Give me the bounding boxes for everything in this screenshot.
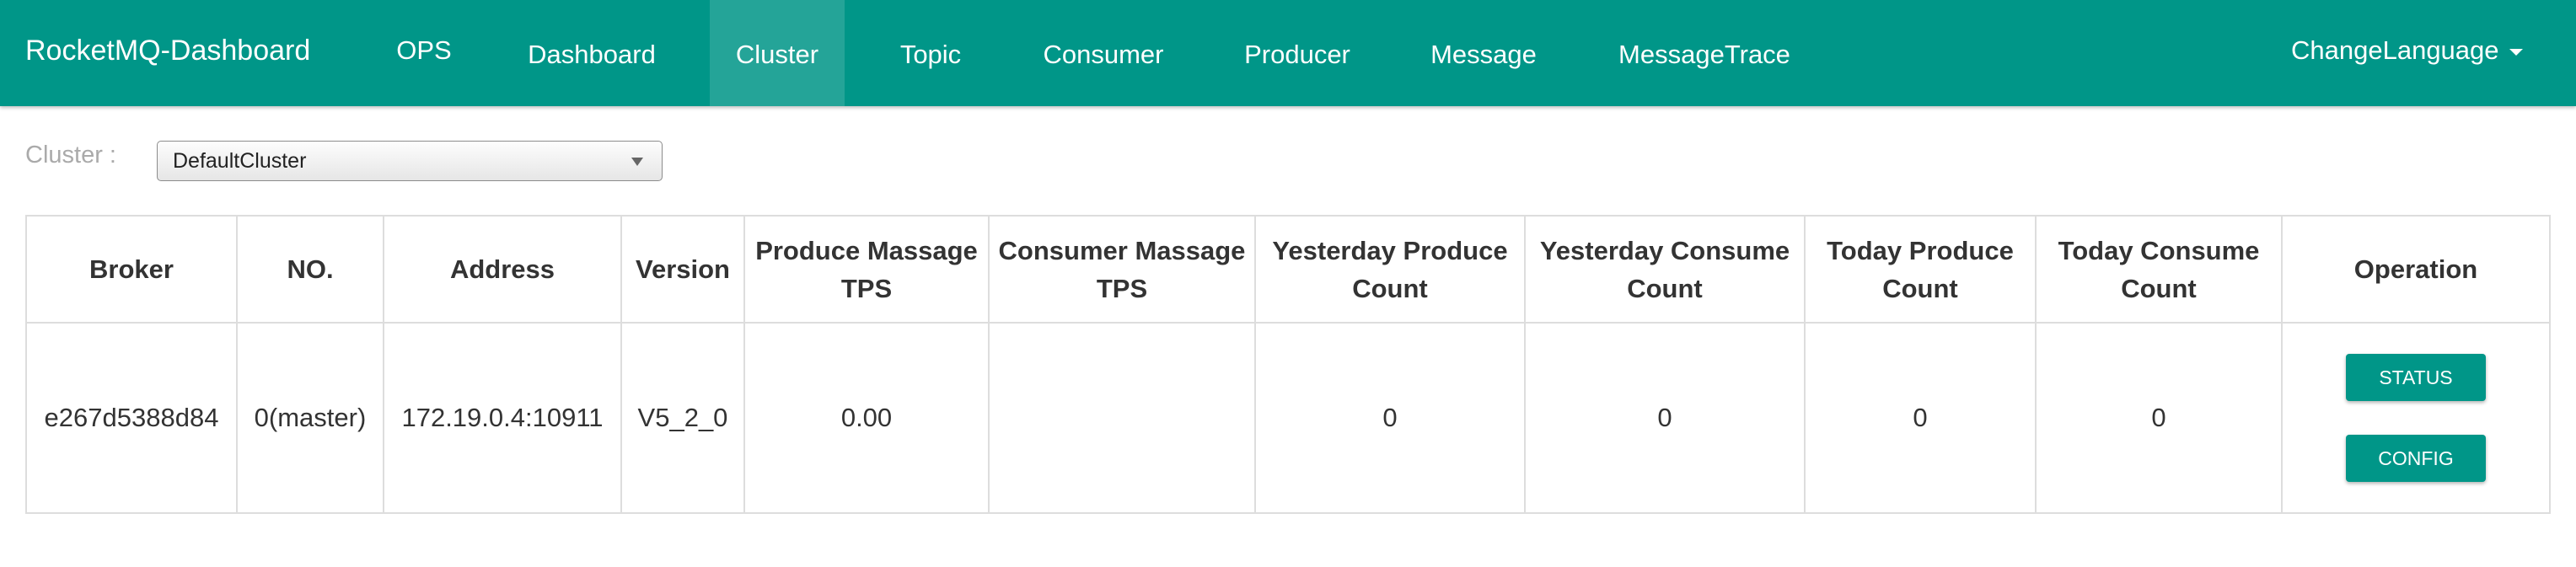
- cell-yesterday-consume: 0: [1524, 322, 1806, 514]
- cell-consumer-tps: [988, 322, 1256, 514]
- column-header-consumer-tps: Consumer Massage TPS: [988, 215, 1256, 324]
- status-button[interactable]: STATUS: [2346, 354, 2486, 401]
- column-header-yesterday-produce: Yesterday Produce Count: [1254, 215, 1526, 324]
- column-header-today-produce: Today Produce Count: [1804, 215, 2037, 324]
- nav-item-topic[interactable]: Topic: [877, 0, 985, 106]
- nav-item-consumer[interactable]: Consumer: [1017, 0, 1190, 106]
- nav-item-dashboard[interactable]: Dashboard: [504, 0, 679, 106]
- cluster-select[interactable]: DefaultCluster: [157, 141, 663, 181]
- column-header-address: Address: [383, 215, 622, 324]
- caret-down-icon: [2509, 48, 2523, 56]
- column-header-operation: Operation: [2281, 215, 2551, 324]
- column-header-produce-tps: Produce Massage TPS: [743, 215, 990, 324]
- brand-title[interactable]: RocketMQ-Dashboard: [25, 0, 310, 101]
- cell-version: V5_2_0: [620, 322, 745, 514]
- column-header-no: NO.: [236, 215, 384, 324]
- change-language-label: ChangeLanguage: [2291, 35, 2499, 65]
- dropdown-arrow-icon: [631, 158, 643, 166]
- column-header-version: Version: [620, 215, 745, 324]
- config-button[interactable]: CONFIG: [2346, 435, 2486, 482]
- nav-item-producer[interactable]: Producer: [1219, 0, 1376, 106]
- cell-today-consume: 0: [2035, 322, 2283, 514]
- cell-produce-tps: 0.00: [743, 322, 990, 514]
- table-header-row: Broker NO. Address Version Produce Massa…: [25, 215, 2551, 324]
- column-header-today-consume: Today Consume Count: [2035, 215, 2283, 324]
- broker-table: Broker NO. Address Version Produce Massa…: [25, 215, 2551, 514]
- column-header-broker: Broker: [25, 215, 238, 324]
- cluster-select-value: DefaultCluster: [173, 149, 307, 173]
- nav-item-ops[interactable]: OPS: [379, 0, 469, 106]
- change-language-dropdown[interactable]: ChangeLanguage: [2291, 0, 2523, 101]
- table-row: e267d5388d84 0(master) 172.19.0.4:10911 …: [25, 322, 2551, 514]
- cell-yesterday-produce: 0: [1254, 322, 1526, 514]
- cell-no: 0(master): [236, 322, 384, 514]
- column-header-yesterday-consume: Yesterday Consume Count: [1524, 215, 1806, 324]
- cell-broker: e267d5388d84: [25, 322, 238, 514]
- cell-today-produce: 0: [1804, 322, 2037, 514]
- nav-item-message[interactable]: Message: [1406, 0, 1561, 106]
- top-navbar: RocketMQ-Dashboard OPS Dashboard Cluster…: [0, 0, 2576, 106]
- cluster-filter-label: Cluster :: [25, 142, 116, 168]
- nav-item-cluster[interactable]: Cluster: [710, 0, 845, 106]
- cell-operation: STATUS CONFIG: [2281, 322, 2551, 514]
- nav-item-messagetrace[interactable]: MessageTrace: [1593, 0, 1816, 106]
- cell-address: 172.19.0.4:10911: [383, 322, 622, 514]
